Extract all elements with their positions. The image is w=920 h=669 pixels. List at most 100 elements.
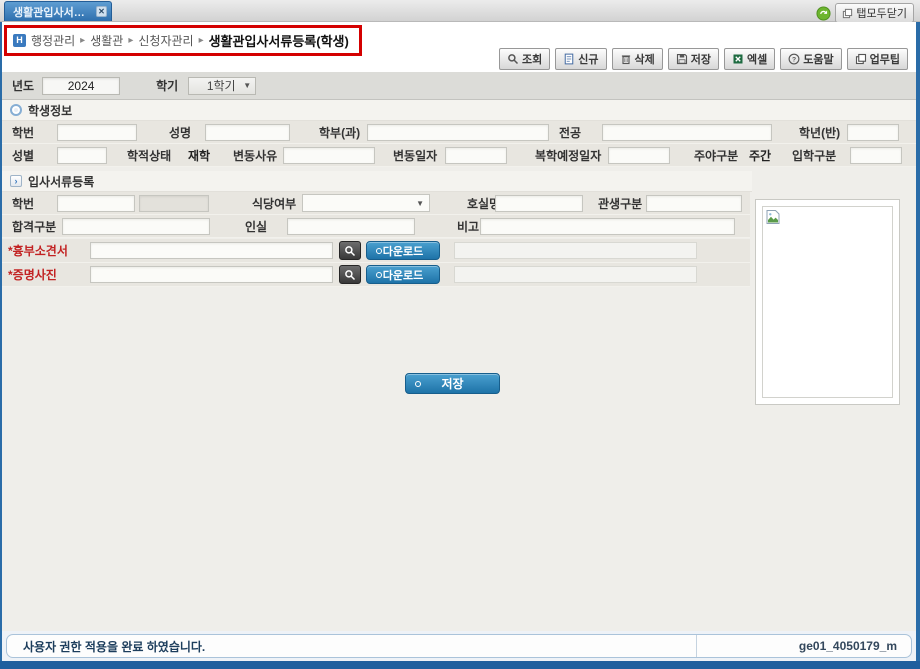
close-all-tabs-button[interactable]: 탭모두닫기 [835, 3, 914, 23]
change-reason-label: 변동사유 [223, 147, 283, 164]
save-button[interactable]: 저장 [405, 373, 500, 394]
student-no-label: 학번 [2, 124, 57, 141]
day-night-value: 주간 [742, 147, 778, 164]
admission-type-label: 입학구분 [782, 147, 838, 164]
broken-image-icon [765, 209, 781, 225]
gender-label: 성별 [2, 147, 57, 164]
major-input[interactable] [602, 124, 772, 141]
status-message: 사용자 권한 적용을 완료 하였습니다. [7, 638, 696, 655]
name-input[interactable] [205, 124, 290, 141]
breadcrumb-item[interactable]: 생활관 [90, 32, 123, 49]
excel-icon [732, 53, 744, 65]
chest-report-download-button[interactable]: 다운로드 [366, 241, 440, 260]
status-area: 사용자 권한 적용을 완료 하였습니다. ge01_4050179_m [2, 631, 916, 661]
program-id: ge01_4050179_m [696, 635, 911, 657]
section-chevron-icon: › [10, 175, 22, 187]
breadcrumb-separator: ▸ [199, 35, 204, 46]
return-date-input[interactable] [608, 147, 670, 164]
save-icon [676, 53, 688, 65]
close-all-tabs-label: 탭모두닫기 [856, 5, 907, 21]
button-bullet-icon [376, 272, 382, 278]
photo-preview-frame [762, 206, 893, 398]
grade-input[interactable] [847, 124, 899, 141]
doc-student-no-input[interactable] [57, 195, 135, 212]
id-photo-label: *증명사진 [2, 266, 90, 283]
breadcrumb-item[interactable]: 신청자관리 [138, 32, 193, 49]
chest-report-filename-readonly [454, 242, 697, 259]
chest-report-search-button[interactable] [339, 241, 361, 260]
save-button-label: 저장 [441, 375, 463, 392]
note-input[interactable] [480, 218, 735, 235]
entry-docs-title: 입사서류등록 [28, 173, 94, 190]
cafeteria-label: 식당여부 [242, 195, 302, 212]
id-photo-download-button[interactable]: 다운로드 [366, 265, 440, 284]
pass-type-input[interactable] [62, 218, 210, 235]
room-capacity-input[interactable] [287, 218, 415, 235]
gender-input[interactable] [57, 147, 107, 164]
home-icon: H [13, 34, 26, 47]
change-reason-input[interactable] [283, 147, 375, 164]
header: H 행정관리 ▸ 생활관 ▸ 신청자관리 ▸ 생활관입사서류등록(학생) 조회 … [2, 22, 916, 72]
section-student-info: 학생정보 [2, 100, 916, 121]
button-bullet-icon [415, 381, 421, 387]
chest-report-row: *흉부소견서 다운로드 [2, 239, 750, 263]
semester-select[interactable]: 1학기 ▼ [188, 77, 256, 95]
worktip-button[interactable]: 업무팁 [847, 48, 908, 70]
id-photo-filename-readonly [454, 266, 697, 283]
resident-type-input[interactable] [646, 195, 742, 212]
breadcrumb-item[interactable]: 행정관리 [31, 32, 75, 49]
department-input[interactable] [367, 124, 549, 141]
search-button-label: 조회 [522, 51, 542, 67]
photo-preview [755, 199, 900, 405]
excel-button-label: 엑셀 [747, 51, 767, 67]
search-button[interactable]: 조회 [499, 48, 550, 70]
tab-dormitory-entry[interactable]: 생활관입사서… ✕ [4, 1, 112, 21]
day-night-label: 주야구분 [684, 147, 742, 164]
chest-report-label: *흉부소견서 [2, 242, 90, 259]
windows-icon [855, 53, 867, 65]
section-bullet-icon [10, 104, 22, 116]
breadcrumb-separator: ▸ [128, 35, 133, 46]
name-label: 성명 [159, 124, 205, 141]
student-info-title: 학생정보 [28, 102, 72, 119]
student-no-input[interactable] [57, 124, 137, 141]
room-capacity-label: 인실 [235, 218, 287, 235]
new-button-label: 신규 [578, 51, 598, 67]
admission-type-input[interactable] [850, 147, 902, 164]
room-name-input[interactable] [495, 195, 583, 212]
breadcrumb-current-page: 생활관입사서류등록(학생) [209, 31, 349, 50]
id-photo-search-button[interactable] [339, 265, 361, 284]
id-photo-file-input[interactable] [90, 266, 333, 283]
quick-launch-icon[interactable] [816, 6, 831, 21]
save-toolbar-button-label: 저장 [691, 51, 711, 67]
return-date-label: 복학예정일자 [525, 147, 608, 164]
tab-label: 생활관입사서… [13, 4, 96, 20]
chevron-down-icon: ▼ [416, 199, 424, 208]
academic-status-label: 학적상태 [117, 147, 179, 164]
save-toolbar-button[interactable]: 저장 [668, 48, 719, 70]
help-button[interactable]: ? 도움말 [780, 48, 841, 70]
magnifier-icon [344, 245, 356, 257]
semester-label: 학기 [156, 77, 178, 94]
section-entry-docs: › 입사서류등록 [2, 171, 752, 192]
chest-report-file-input[interactable] [90, 242, 333, 259]
grade-label: 학년(반) [789, 124, 847, 141]
magnifier-icon [344, 269, 356, 281]
excel-button[interactable]: 엑셀 [724, 48, 775, 70]
academic-status-value: 재학 [179, 147, 219, 164]
cafeteria-select[interactable]: ▼ [302, 194, 430, 212]
change-date-input[interactable] [445, 147, 507, 164]
delete-button[interactable]: 삭제 [612, 48, 663, 70]
new-button[interactable]: 신규 [555, 48, 606, 70]
main-content: 학생정보 학번 성명 학부(과) 전공 학년(반) 성별 학적상태 재학 변동사… [2, 100, 916, 631]
filter-row: 년도 학기 1학기 ▼ [2, 72, 916, 100]
year-input[interactable] [42, 77, 120, 95]
department-label: 학부(과) [309, 124, 367, 141]
application-window: 생활관입사서… ✕ 탭모두닫기 H 행정관리 ▸ 생활관 [0, 0, 920, 669]
year-label: 년도 [12, 77, 34, 94]
semester-value: 1학기 [199, 77, 243, 94]
tab-close-icon[interactable]: ✕ [96, 6, 107, 17]
new-document-icon [563, 53, 575, 65]
major-label: 전공 [549, 124, 602, 141]
button-bullet-icon [376, 248, 382, 254]
